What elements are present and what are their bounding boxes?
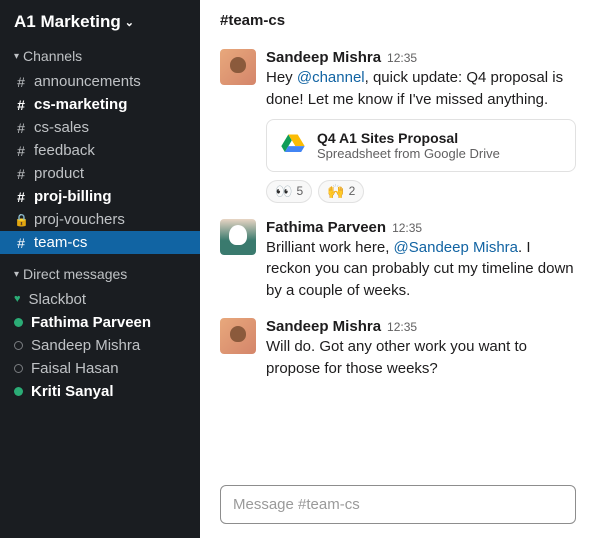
message-time: 12:35 bbox=[392, 221, 422, 235]
workspace-switcher[interactable]: A1 Marketing ⌄ bbox=[0, 0, 200, 42]
message: Fathima Parveen 12:35 Brilliant work here,… bbox=[220, 213, 576, 312]
reaction-count: 2 bbox=[349, 184, 356, 198]
reaction[interactable]: 👀5 bbox=[266, 180, 312, 203]
presence-offline-icon bbox=[14, 364, 23, 373]
reaction[interactable]: 🙌2 bbox=[318, 180, 364, 203]
message-author[interactable]: Sandeep Mishra bbox=[266, 318, 381, 335]
message-composer[interactable] bbox=[220, 485, 576, 524]
message-text: Hey @channel, quick update: Q4 proposal … bbox=[266, 67, 576, 111]
avatar[interactable] bbox=[220, 49, 256, 85]
heart-icon: ♥ bbox=[14, 294, 21, 305]
sidebar-dm-sandeep-mishra[interactable]: Sandeep Mishra bbox=[0, 334, 200, 357]
dm-list: ♥ Slackbot Fathima Parveen Sandeep Mishra Fa… bbox=[0, 288, 200, 403]
attachment-title: Q4 A1 Sites Proposal bbox=[317, 130, 500, 146]
channel-label: proj-vouchers bbox=[34, 211, 125, 228]
dm-label: Kriti Sanyal bbox=[31, 383, 114, 400]
file-attachment[interactable]: Q4 A1 Sites ProposalSpreadsheet from Goo… bbox=[266, 119, 576, 172]
sidebar-channel-announcements[interactable]: # announcements bbox=[0, 70, 200, 93]
sidebar-channel-cs-marketing[interactable]: # cs-marketing bbox=[0, 93, 200, 116]
avatar[interactable] bbox=[220, 219, 256, 255]
dm-label: Sandeep Mishra bbox=[31, 337, 140, 354]
message: Sandeep Mishra 12:35 Hey @channel, quick u… bbox=[220, 43, 576, 213]
message-author[interactable]: Sandeep Mishra bbox=[266, 49, 381, 66]
message-time: 12:35 bbox=[387, 320, 417, 334]
channel-name: #team-cs bbox=[220, 12, 285, 29]
dm-header-label: Direct messages bbox=[23, 266, 127, 282]
sidebar-channel-cs-sales[interactable]: # cs-sales bbox=[0, 116, 200, 139]
message-text: Will do. Got any other work you want to … bbox=[266, 336, 576, 380]
sidebar: A1 Marketing ⌄ ▾ Channels # announcements… bbox=[0, 0, 200, 538]
channel-label: announcements bbox=[34, 73, 141, 90]
sidebar-channel-proj-billing[interactable]: # proj-billing bbox=[0, 185, 200, 208]
channel-header: #team-cs bbox=[200, 0, 592, 43]
reaction-count: 5 bbox=[296, 184, 303, 198]
workspace-name: A1 Marketing bbox=[14, 12, 121, 32]
google-drive-icon bbox=[279, 131, 307, 159]
channel-label: feedback bbox=[34, 142, 95, 159]
main-panel: #team-cs Sandeep Mishra 12:35 Hey @channel… bbox=[200, 0, 592, 538]
dm-label: Faisal Hasan bbox=[31, 360, 119, 377]
mention[interactable]: @Sandeep Mishra bbox=[394, 239, 518, 256]
reaction-emoji: 👀 bbox=[275, 183, 292, 200]
message: Sandeep Mishra 12:35 Will do. Got any othe… bbox=[220, 312, 576, 390]
message-time: 12:35 bbox=[387, 51, 417, 65]
reaction-emoji: 🙌 bbox=[327, 183, 344, 200]
sidebar-dm-fathima-parveen[interactable]: Fathima Parveen bbox=[0, 311, 200, 334]
hash-icon: # bbox=[14, 74, 28, 90]
sidebar-channel-feedback[interactable]: # feedback bbox=[0, 139, 200, 162]
avatar[interactable] bbox=[220, 318, 256, 354]
attachment-subtitle: Spreadsheet from Google Drive bbox=[317, 146, 500, 161]
dm-label: Fathima Parveen bbox=[31, 314, 151, 331]
chevron-down-icon: ⌄ bbox=[125, 16, 134, 29]
hash-icon: # bbox=[14, 235, 28, 251]
sidebar-channel-team-cs[interactable]: # team-cs bbox=[0, 231, 200, 254]
message-text: Brilliant work here, @Sandeep Mishra. I … bbox=[266, 237, 576, 302]
sidebar-dm-kriti-sanyal[interactable]: Kriti Sanyal bbox=[0, 380, 200, 403]
hash-icon: # bbox=[14, 97, 28, 113]
hash-icon: # bbox=[14, 166, 28, 182]
lock-icon: 🔒 bbox=[14, 213, 28, 227]
caret-down-icon: ▾ bbox=[14, 269, 19, 280]
sidebar-dm-faisal-hasan[interactable]: Faisal Hasan bbox=[0, 357, 200, 380]
channels-section-header[interactable]: ▾ Channels bbox=[0, 42, 200, 70]
message-author[interactable]: Fathima Parveen bbox=[266, 219, 386, 236]
hash-icon: # bbox=[14, 189, 28, 205]
channel-label: proj-billing bbox=[34, 188, 111, 205]
message-list: Sandeep Mishra 12:35 Hey @channel, quick u… bbox=[200, 43, 592, 479]
reactions: 👀5🙌2 bbox=[266, 180, 576, 203]
message-input[interactable] bbox=[233, 496, 563, 513]
channel-label: cs-sales bbox=[34, 119, 89, 136]
caret-down-icon: ▾ bbox=[14, 51, 19, 62]
hash-icon: # bbox=[14, 143, 28, 159]
dm-section-header[interactable]: ▾ Direct messages bbox=[0, 260, 200, 288]
channels-header-label: Channels bbox=[23, 48, 82, 64]
mention[interactable]: @channel bbox=[297, 69, 365, 86]
presence-online-icon bbox=[14, 318, 23, 327]
channel-label: team-cs bbox=[34, 234, 87, 251]
channel-label: product bbox=[34, 165, 84, 182]
sidebar-channel-product[interactable]: # product bbox=[0, 162, 200, 185]
presence-online-icon bbox=[14, 387, 23, 396]
hash-icon: # bbox=[14, 120, 28, 136]
sidebar-dm-slackbot[interactable]: ♥ Slackbot bbox=[0, 288, 200, 311]
sidebar-channel-proj-vouchers[interactable]: 🔒 proj-vouchers bbox=[0, 208, 200, 231]
channel-list: # announcements # cs-marketing # cs-sales # fee… bbox=[0, 70, 200, 260]
dm-label: Slackbot bbox=[29, 291, 87, 308]
presence-offline-icon bbox=[14, 341, 23, 350]
channel-label: cs-marketing bbox=[34, 96, 127, 113]
